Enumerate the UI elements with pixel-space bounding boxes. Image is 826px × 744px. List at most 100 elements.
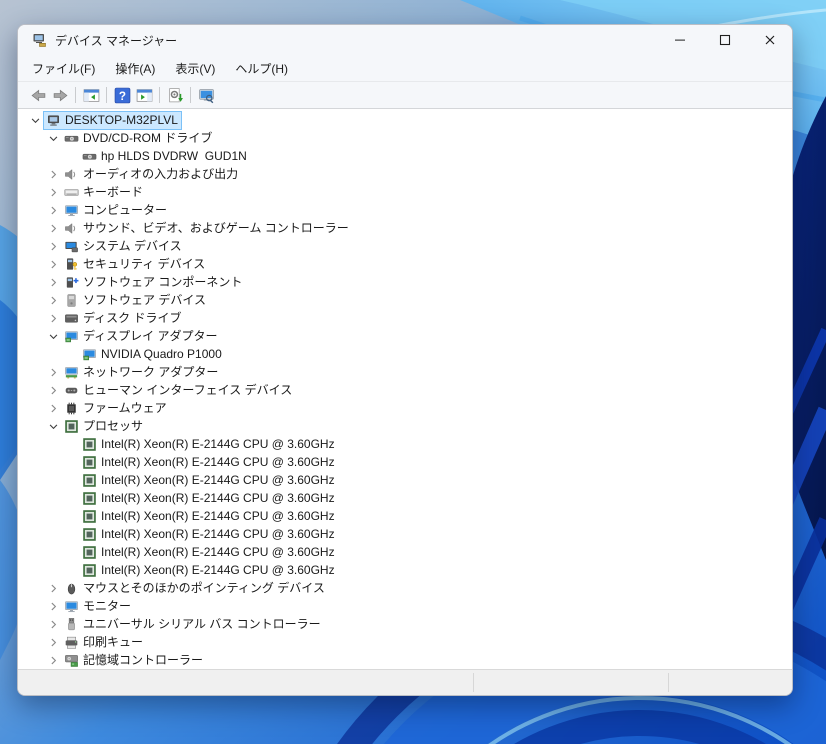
tree-row[interactable]: コンピューター: [18, 201, 792, 219]
chevron-down-icon[interactable]: [46, 329, 61, 344]
tree-row[interactable]: Intel(R) Xeon(R) E-2144G CPU @ 3.60GHz: [18, 489, 792, 507]
titlebar[interactable]: デバイス マネージャー: [18, 25, 792, 55]
chevron-right-icon[interactable]: [46, 311, 61, 326]
chevron-right-icon[interactable]: [46, 365, 61, 380]
chevron-down-icon[interactable]: [46, 419, 61, 434]
tree-row[interactable]: ネットワーク アダプター: [18, 363, 792, 381]
show-console-tree-button[interactable]: [80, 84, 102, 106]
tree-row[interactable]: hp HLDS DVDRW GUD1N: [18, 147, 792, 165]
tree-node[interactable]: ネットワーク アダプター: [61, 363, 222, 382]
tree-node[interactable]: NVIDIA Quadro P1000: [79, 345, 226, 364]
tree-node[interactable]: オーディオの入力および出力: [61, 165, 242, 184]
tree-row[interactable]: プロセッサ: [18, 417, 792, 435]
tree-row[interactable]: サウンド、ビデオ、およびゲーム コントローラー: [18, 219, 792, 237]
tree-node[interactable]: Intel(R) Xeon(R) E-2144G CPU @ 3.60GHz: [79, 435, 339, 454]
chevron-right-icon[interactable]: [46, 221, 61, 236]
tree-node[interactable]: Intel(R) Xeon(R) E-2144G CPU @ 3.60GHz: [79, 471, 339, 490]
back-button[interactable]: [27, 84, 49, 106]
chevron-right-icon[interactable]: [46, 599, 61, 614]
tree-row[interactable]: Intel(R) Xeon(R) E-2144G CPU @ 3.60GHz: [18, 543, 792, 561]
chevron-right-icon[interactable]: [46, 635, 61, 650]
tree-row[interactable]: Intel(R) Xeon(R) E-2144G CPU @ 3.60GHz: [18, 435, 792, 453]
tree-node[interactable]: Intel(R) Xeon(R) E-2144G CPU @ 3.60GHz: [79, 543, 339, 562]
tree-node[interactable]: ソフトウェア コンポーネント: [61, 273, 246, 292]
tree-row[interactable]: ユニバーサル シリアル バス コントローラー: [18, 615, 792, 633]
menu-file[interactable]: ファイル(F): [22, 56, 105, 81]
remote-computer-button[interactable]: [195, 84, 217, 106]
menu-view[interactable]: 表示(V): [165, 56, 225, 81]
chevron-right-icon[interactable]: [46, 203, 61, 218]
tree-row[interactable]: 記憶域コントローラー: [18, 651, 792, 669]
help-button[interactable]: ?: [111, 84, 133, 106]
show-action-pane-button[interactable]: [133, 84, 155, 106]
chevron-right-icon[interactable]: [46, 185, 61, 200]
tree-node[interactable]: セキュリティ デバイス: [61, 255, 209, 274]
tree-node[interactable]: ファームウェア: [61, 399, 171, 418]
tree-node[interactable]: ソフトウェア デバイス: [61, 291, 210, 310]
tree-row[interactable]: Intel(R) Xeon(R) E-2144G CPU @ 3.60GHz: [18, 561, 792, 579]
chevron-right-icon[interactable]: [46, 167, 61, 182]
tree-row[interactable]: ソフトウェア デバイス: [18, 291, 792, 309]
tree-row[interactable]: ソフトウェア コンポーネント: [18, 273, 792, 291]
tree-row[interactable]: DVD/CD-ROM ドライブ: [18, 129, 792, 147]
tree-row[interactable]: DESKTOP-M32PLVL: [18, 111, 792, 129]
scan-hardware-changes-button[interactable]: [164, 84, 186, 106]
tree-node[interactable]: キーボード: [61, 183, 147, 202]
menu-action[interactable]: 操作(A): [105, 56, 165, 81]
chevron-right-icon[interactable]: [46, 653, 61, 668]
chevron-right-icon[interactable]: [46, 257, 61, 272]
tree-row[interactable]: Intel(R) Xeon(R) E-2144G CPU @ 3.60GHz: [18, 453, 792, 471]
chevron-right-icon[interactable]: [46, 239, 61, 254]
tree-node-selected[interactable]: DESKTOP-M32PLVL: [43, 111, 182, 130]
tree-node[interactable]: システム デバイス: [61, 237, 186, 256]
tree-row[interactable]: オーディオの入力および出力: [18, 165, 792, 183]
tree-node[interactable]: モニター: [61, 597, 135, 616]
tree-row[interactable]: Intel(R) Xeon(R) E-2144G CPU @ 3.60GHz: [18, 471, 792, 489]
forward-button[interactable]: [49, 84, 71, 106]
tree-node[interactable]: Intel(R) Xeon(R) E-2144G CPU @ 3.60GHz: [79, 453, 339, 472]
tree-row[interactable]: ディスク ドライブ: [18, 309, 792, 327]
tree-node[interactable]: ユニバーサル シリアル バス コントローラー: [61, 615, 325, 634]
tree-node[interactable]: コンピューター: [61, 201, 171, 220]
tree-row[interactable]: キーボード: [18, 183, 792, 201]
chevron-right-icon[interactable]: [46, 275, 61, 290]
tree-row[interactable]: ディスプレイ アダプター: [18, 327, 792, 345]
chevron-down-icon[interactable]: [28, 113, 43, 128]
tree-node[interactable]: サウンド、ビデオ、およびゲーム コントローラー: [61, 219, 353, 238]
tree-row[interactable]: モニター: [18, 597, 792, 615]
tree-row[interactable]: 印刷キュー: [18, 633, 792, 651]
tree-row[interactable]: ヒューマン インターフェイス デバイス: [18, 381, 792, 399]
chevron-right-icon[interactable]: [46, 617, 61, 632]
tree-node[interactable]: ディスプレイ アダプター: [61, 327, 222, 346]
tree-node[interactable]: Intel(R) Xeon(R) E-2144G CPU @ 3.60GHz: [79, 561, 339, 580]
tree-row[interactable]: ファームウェア: [18, 399, 792, 417]
chevron-down-icon[interactable]: [46, 131, 61, 146]
chevron-right-icon[interactable]: [46, 581, 61, 596]
chevron-right-icon[interactable]: [46, 401, 61, 416]
tree-node[interactable]: 記憶域コントローラー: [61, 651, 207, 670]
tree-node[interactable]: DVD/CD-ROM ドライブ: [61, 129, 216, 148]
tree-node[interactable]: マウスとそのほかのポインティング デバイス: [61, 579, 329, 598]
tree-node[interactable]: Intel(R) Xeon(R) E-2144G CPU @ 3.60GHz: [79, 525, 339, 544]
tree-node[interactable]: Intel(R) Xeon(R) E-2144G CPU @ 3.60GHz: [79, 507, 339, 526]
tree-row[interactable]: Intel(R) Xeon(R) E-2144G CPU @ 3.60GHz: [18, 507, 792, 525]
tree-node[interactable]: 印刷キュー: [61, 633, 147, 652]
tree-row[interactable]: マウスとそのほかのポインティング デバイス: [18, 579, 792, 597]
tree-row[interactable]: システム デバイス: [18, 237, 792, 255]
menu-help[interactable]: ヘルプ(H): [225, 56, 298, 81]
tree-node[interactable]: プロセッサ: [61, 417, 147, 436]
tree-node[interactable]: ヒューマン インターフェイス デバイス: [61, 381, 296, 400]
tree-row[interactable]: Intel(R) Xeon(R) E-2144G CPU @ 3.60GHz: [18, 525, 792, 543]
close-button[interactable]: [747, 25, 792, 55]
tree-row[interactable]: セキュリティ デバイス: [18, 255, 792, 273]
maximize-button[interactable]: [702, 25, 747, 55]
tree-node[interactable]: ディスク ドライブ: [61, 309, 186, 328]
chevron-right-icon[interactable]: [46, 293, 61, 308]
tree-row[interactable]: NVIDIA Quadro P1000: [18, 345, 792, 363]
minimize-button[interactable]: [657, 25, 702, 55]
tree-item-label: サウンド、ビデオ、およびゲーム コントローラー: [83, 221, 349, 236]
chevron-spacer: [64, 455, 79, 470]
tree-node[interactable]: Intel(R) Xeon(R) E-2144G CPU @ 3.60GHz: [79, 489, 339, 508]
chevron-right-icon[interactable]: [46, 383, 61, 398]
tree-node[interactable]: hp HLDS DVDRW GUD1N: [79, 147, 251, 166]
